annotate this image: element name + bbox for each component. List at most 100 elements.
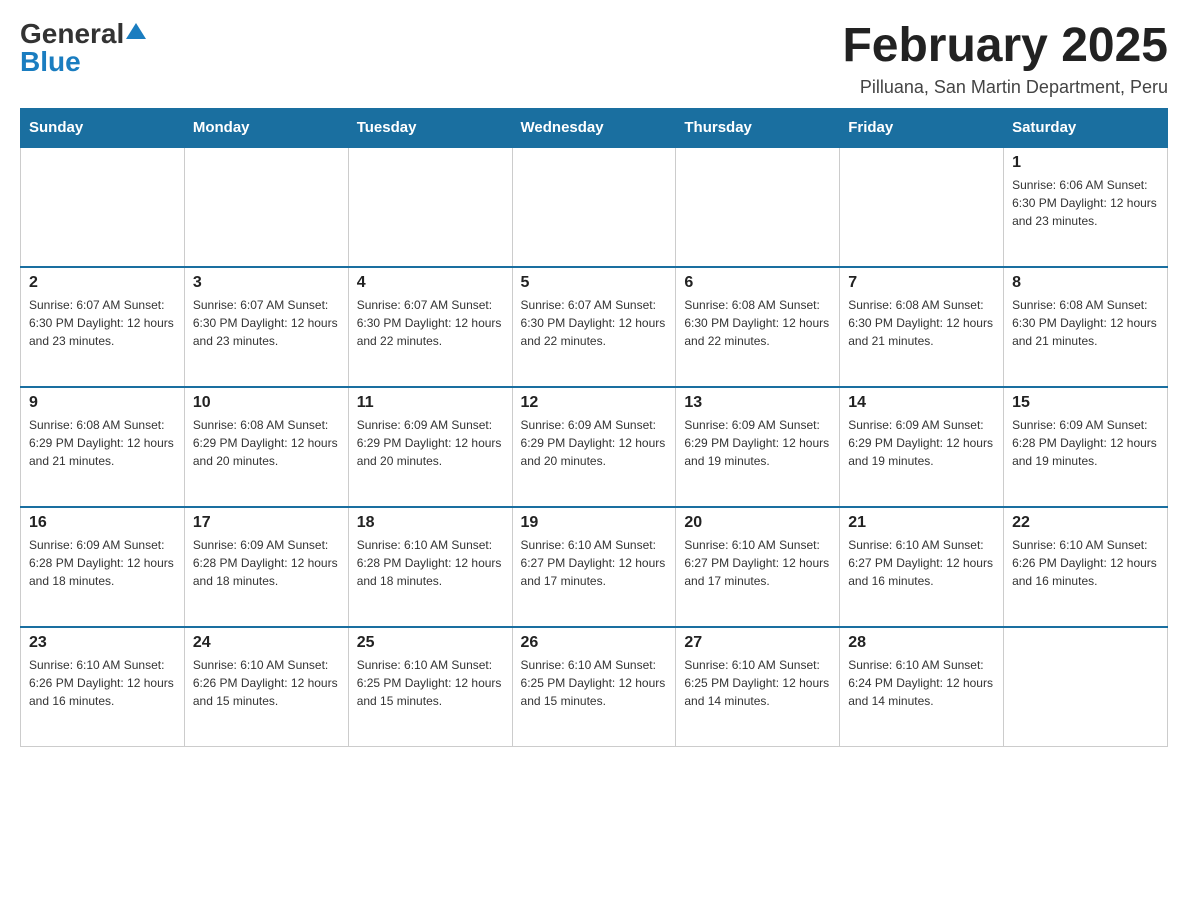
- day-info: Sunrise: 6:10 AM Sunset: 6:26 PM Dayligh…: [1012, 536, 1159, 590]
- day-info: Sunrise: 6:09 AM Sunset: 6:28 PM Dayligh…: [193, 536, 340, 590]
- day-number: 2: [29, 274, 176, 292]
- day-number: 7: [848, 274, 995, 292]
- calendar-table: SundayMondayTuesdayWednesdayThursdayFrid…: [20, 108, 1168, 748]
- day-info: Sunrise: 6:10 AM Sunset: 6:26 PM Dayligh…: [29, 656, 176, 710]
- day-number: 27: [684, 634, 831, 652]
- day-number: 20: [684, 514, 831, 532]
- calendar-cell: 17 Sunrise: 6:09 AM Sunset: 6:28 PM Dayli…: [184, 507, 348, 627]
- calendar-cell: 27 Sunrise: 6:10 AM Sunset: 6:25 PM Dayli…: [676, 627, 840, 747]
- calendar-cell: [348, 147, 512, 267]
- day-info: Sunrise: 6:08 AM Sunset: 6:29 PM Dayligh…: [29, 416, 176, 470]
- calendar-cell: 26 Sunrise: 6:10 AM Sunset: 6:25 PM Dayli…: [512, 627, 676, 747]
- location-subtitle: Pilluana, San Martin Department, Peru: [842, 77, 1168, 98]
- calendar-week-4: 16 Sunrise: 6:09 AM Sunset: 6:28 PM Dayli…: [21, 507, 1168, 627]
- calendar-header-monday: Monday: [184, 108, 348, 147]
- day-number: 13: [684, 394, 831, 412]
- calendar-cell: 22 Sunrise: 6:10 AM Sunset: 6:26 PM Dayli…: [1004, 507, 1168, 627]
- calendar-week-5: 23Sunrise: 6:10 AM Sunset: 6:26 PM Dayli…: [21, 627, 1168, 747]
- calendar-cell: 25Sunrise: 6:10 AM Sunset: 6:25 PM Dayli…: [348, 627, 512, 747]
- calendar-header-tuesday: Tuesday: [348, 108, 512, 147]
- day-info: Sunrise: 6:10 AM Sunset: 6:25 PM Dayligh…: [357, 656, 504, 710]
- day-info: Sunrise: 6:10 AM Sunset: 6:27 PM Dayligh…: [521, 536, 668, 590]
- day-info: Sunrise: 6:10 AM Sunset: 6:25 PM Dayligh…: [684, 656, 831, 710]
- calendar-cell: [21, 147, 185, 267]
- calendar-cell: 13Sunrise: 6:09 AM Sunset: 6:29 PM Dayli…: [676, 387, 840, 507]
- day-number: 24: [193, 634, 340, 652]
- calendar-cell: [512, 147, 676, 267]
- calendar-week-1: 1Sunrise: 6:06 AM Sunset: 6:30 PM Daylig…: [21, 147, 1168, 267]
- day-info: Sunrise: 6:10 AM Sunset: 6:24 PM Dayligh…: [848, 656, 995, 710]
- day-info: Sunrise: 6:10 AM Sunset: 6:28 PM Dayligh…: [357, 536, 504, 590]
- calendar-cell: 12 Sunrise: 6:09 AM Sunset: 6:29 PM Dayli…: [512, 387, 676, 507]
- day-number: 9: [29, 394, 176, 412]
- calendar-cell: 16Sunrise: 6:09 AM Sunset: 6:28 PM Dayli…: [21, 507, 185, 627]
- day-info: Sunrise: 6:08 AM Sunset: 6:30 PM Dayligh…: [684, 296, 831, 350]
- day-number: 22: [1012, 514, 1159, 532]
- calendar-cell: 10Sunrise: 6:08 AM Sunset: 6:29 PM Dayli…: [184, 387, 348, 507]
- calendar-cell: 11 Sunrise: 6:09 AM Sunset: 6:29 PM Dayli…: [348, 387, 512, 507]
- calendar-cell: 19Sunrise: 6:10 AM Sunset: 6:27 PM Dayli…: [512, 507, 676, 627]
- day-info: Sunrise: 6:07 AM Sunset: 6:30 PM Dayligh…: [521, 296, 668, 350]
- day-info: Sunrise: 6:07 AM Sunset: 6:30 PM Dayligh…: [193, 296, 340, 350]
- calendar-header-sunday: Sunday: [21, 108, 185, 147]
- month-title: February 2025: [842, 20, 1168, 73]
- day-number: 21: [848, 514, 995, 532]
- day-number: 18: [357, 514, 504, 532]
- calendar-cell: 20 Sunrise: 6:10 AM Sunset: 6:27 PM Dayli…: [676, 507, 840, 627]
- calendar-week-3: 9 Sunrise: 6:08 AM Sunset: 6:29 PM Daylig…: [21, 387, 1168, 507]
- day-number: 14: [848, 394, 995, 412]
- title-section: February 2025 Pilluana, San Martin Depar…: [842, 20, 1168, 98]
- calendar-header-friday: Friday: [840, 108, 1004, 147]
- calendar-cell: [676, 147, 840, 267]
- day-number: 11: [357, 394, 504, 412]
- day-number: 17: [193, 514, 340, 532]
- calendar-cell: [184, 147, 348, 267]
- logo-general: General: [20, 20, 124, 48]
- day-number: 26: [521, 634, 668, 652]
- calendar-cell: [840, 147, 1004, 267]
- calendar-cell: 23Sunrise: 6:10 AM Sunset: 6:26 PM Dayli…: [21, 627, 185, 747]
- day-info: Sunrise: 6:10 AM Sunset: 6:25 PM Dayligh…: [521, 656, 668, 710]
- day-number: 16: [29, 514, 176, 532]
- calendar-cell: 7 Sunrise: 6:08 AM Sunset: 6:30 PM Daylig…: [840, 267, 1004, 387]
- calendar-cell: [1004, 627, 1168, 747]
- day-number: 8: [1012, 274, 1159, 292]
- day-number: 5: [521, 274, 668, 292]
- day-number: 3: [193, 274, 340, 292]
- calendar-cell: 3 Sunrise: 6:07 AM Sunset: 6:30 PM Daylig…: [184, 267, 348, 387]
- calendar-cell: 5 Sunrise: 6:07 AM Sunset: 6:30 PM Daylig…: [512, 267, 676, 387]
- day-info: Sunrise: 6:09 AM Sunset: 6:29 PM Dayligh…: [357, 416, 504, 470]
- calendar-cell: 9 Sunrise: 6:08 AM Sunset: 6:29 PM Daylig…: [21, 387, 185, 507]
- day-info: Sunrise: 6:07 AM Sunset: 6:30 PM Dayligh…: [29, 296, 176, 350]
- day-number: 28: [848, 634, 995, 652]
- calendar-cell: 8 Sunrise: 6:08 AM Sunset: 6:30 PM Daylig…: [1004, 267, 1168, 387]
- day-info: Sunrise: 6:09 AM Sunset: 6:29 PM Dayligh…: [848, 416, 995, 470]
- calendar-cell: 18 Sunrise: 6:10 AM Sunset: 6:28 PM Dayli…: [348, 507, 512, 627]
- day-info: Sunrise: 6:10 AM Sunset: 6:26 PM Dayligh…: [193, 656, 340, 710]
- page-header: General Blue February 2025 Pilluana, San…: [20, 20, 1168, 98]
- day-info: Sunrise: 6:10 AM Sunset: 6:27 PM Dayligh…: [684, 536, 831, 590]
- day-info: Sunrise: 6:09 AM Sunset: 6:28 PM Dayligh…: [1012, 416, 1159, 470]
- calendar-header-wednesday: Wednesday: [512, 108, 676, 147]
- day-number: 4: [357, 274, 504, 292]
- calendar-cell: 14 Sunrise: 6:09 AM Sunset: 6:29 PM Dayli…: [840, 387, 1004, 507]
- day-info: Sunrise: 6:08 AM Sunset: 6:29 PM Dayligh…: [193, 416, 340, 470]
- day-number: 15: [1012, 394, 1159, 412]
- logo-blue: Blue: [20, 48, 81, 76]
- calendar-cell: 28 Sunrise: 6:10 AM Sunset: 6:24 PM Dayli…: [840, 627, 1004, 747]
- day-number: 6: [684, 274, 831, 292]
- calendar-cell: 15 Sunrise: 6:09 AM Sunset: 6:28 PM Dayli…: [1004, 387, 1168, 507]
- day-number: 12: [521, 394, 668, 412]
- day-info: Sunrise: 6:08 AM Sunset: 6:30 PM Dayligh…: [1012, 296, 1159, 350]
- calendar-cell: 2 Sunrise: 6:07 AM Sunset: 6:30 PM Daylig…: [21, 267, 185, 387]
- calendar-cell: 24 Sunrise: 6:10 AM Sunset: 6:26 PM Dayli…: [184, 627, 348, 747]
- day-info: Sunrise: 6:08 AM Sunset: 6:30 PM Dayligh…: [848, 296, 995, 350]
- calendar-week-2: 2 Sunrise: 6:07 AM Sunset: 6:30 PM Daylig…: [21, 267, 1168, 387]
- day-info: Sunrise: 6:06 AM Sunset: 6:30 PM Dayligh…: [1012, 176, 1159, 230]
- calendar-header-thursday: Thursday: [676, 108, 840, 147]
- day-info: Sunrise: 6:10 AM Sunset: 6:27 PM Dayligh…: [848, 536, 995, 590]
- calendar-header-row: SundayMondayTuesdayWednesdayThursdayFrid…: [21, 108, 1168, 147]
- day-info: Sunrise: 6:09 AM Sunset: 6:29 PM Dayligh…: [521, 416, 668, 470]
- calendar-cell: 4Sunrise: 6:07 AM Sunset: 6:30 PM Daylig…: [348, 267, 512, 387]
- logo: General Blue: [20, 20, 146, 76]
